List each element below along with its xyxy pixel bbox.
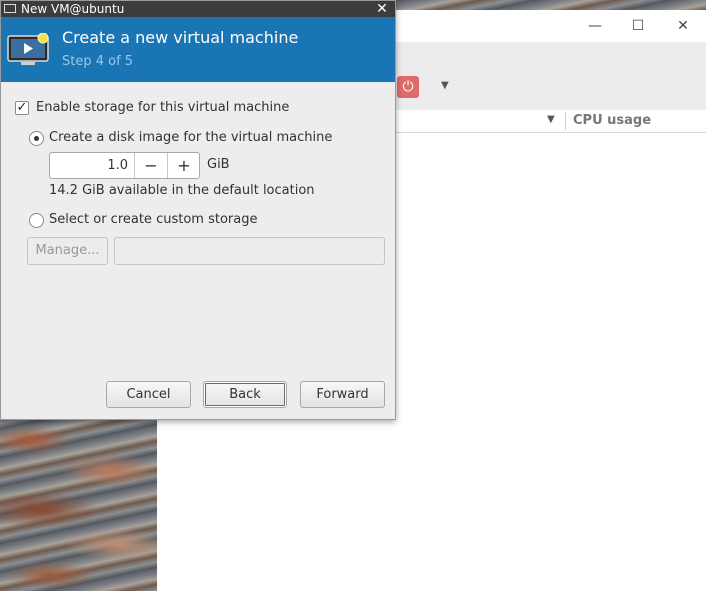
increase-size-button[interactable]: + <box>167 153 200 178</box>
enable-storage-label[interactable]: Enable storage for this virtual machine <box>36 100 289 115</box>
manage-button[interactable]: Manage... <box>27 237 108 265</box>
disk-size-spinbox[interactable]: 1.0 − + <box>49 152 200 179</box>
app-icon <box>4 4 16 13</box>
back-button[interactable]: Back <box>203 381 287 408</box>
wizard-title: Create a new virtual machine <box>62 28 299 47</box>
new-vm-dialog: New VM@ubuntu ✕ Create a new virtual mac… <box>0 0 396 420</box>
enable-storage-checkbox[interactable]: ✓ <box>15 101 29 115</box>
forward-button[interactable]: Forward <box>300 381 385 408</box>
disk-image-radio[interactable] <box>29 131 44 146</box>
custom-storage-radio[interactable] <box>29 213 44 228</box>
size-unit-label: GiB <box>207 157 230 172</box>
dialog-title: New VM@ubuntu <box>21 2 125 16</box>
disk-size-value[interactable]: 1.0 <box>50 153 128 178</box>
dialog-titlebar: New VM@ubuntu ✕ <box>1 1 395 17</box>
custom-storage-path-input[interactable] <box>114 237 385 265</box>
minimize-icon[interactable]: — <box>587 18 603 34</box>
monitor-play-icon <box>7 33 49 65</box>
available-space-text: 14.2 GiB available in the default locati… <box>49 183 315 198</box>
dropdown-arrow-icon[interactable]: ▼ <box>441 80 449 91</box>
sort-arrow-icon[interactable]: ▼ <box>547 114 555 125</box>
maximize-icon[interactable]: ☐ <box>630 18 646 34</box>
close-icon[interactable]: ✕ <box>374 1 390 17</box>
cancel-button[interactable]: Cancel <box>106 381 191 408</box>
wizard-banner: Create a new virtual machine Step 4 of 5 <box>1 17 395 82</box>
wizard-step: Step 4 of 5 <box>62 54 134 69</box>
decrease-size-button[interactable]: − <box>134 153 167 178</box>
custom-storage-label[interactable]: Select or create custom storage <box>49 212 257 227</box>
power-icon[interactable]: ⏻ <box>397 76 419 98</box>
cpu-usage-column-header[interactable]: CPU usage <box>573 113 651 128</box>
column-separator <box>565 112 566 130</box>
disk-image-label[interactable]: Create a disk image for the virtual mach… <box>49 130 332 145</box>
close-icon[interactable]: ✕ <box>675 18 691 34</box>
